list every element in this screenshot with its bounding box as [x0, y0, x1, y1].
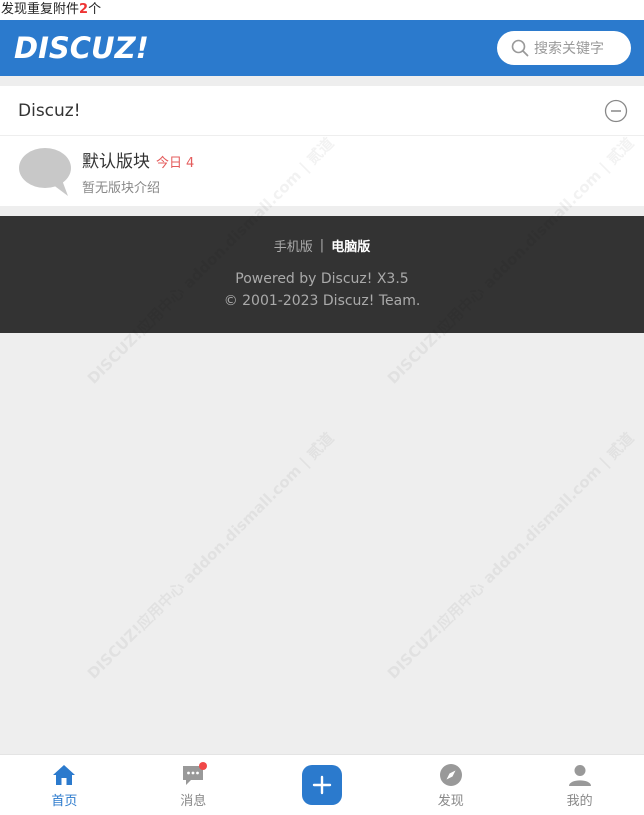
- tab-discover-label: 发现: [437, 793, 464, 809]
- site-footer: 手机版 | 电脑版 Powered by Discuz! X3.5 © 2001…: [0, 216, 644, 333]
- powered-by: Powered by Discuz! X3.5: [235, 271, 409, 287]
- bottom-tabbar: 首页 消息 发现 我的: [0, 754, 644, 815]
- tab-post[interactable]: [258, 765, 387, 805]
- today-label: 今日: [156, 155, 183, 171]
- tab-profile-label: 我的: [566, 793, 593, 809]
- watermark: DISCUZ!应用中心 addon.dismall.com | 贰道: [383, 429, 638, 683]
- compass-icon: [439, 763, 462, 786]
- forum-group: Discuz! 默认版块 今日 4 暂无版块介绍: [0, 86, 644, 206]
- notice-text: 发现重复附件: [1, 2, 80, 17]
- collapse-icon[interactable]: [604, 99, 628, 123]
- duplicate-attachment-notice: 发现重复附件2个: [0, 0, 644, 20]
- post-button[interactable]: [301, 765, 342, 805]
- watermark: DISCUZ!应用中心 addon.dismall.com | 贰道: [83, 429, 338, 683]
- forum-group-header[interactable]: Discuz!: [0, 86, 644, 136]
- tab-home[interactable]: 首页: [0, 762, 129, 809]
- today-count: 4: [186, 155, 195, 171]
- tab-messages[interactable]: 消息: [129, 761, 258, 809]
- site-logo[interactable]: DISCUZ!: [14, 33, 149, 63]
- copyright: © 2001-2023 Discuz! Team.: [223, 293, 421, 309]
- footer-separator: |: [319, 238, 325, 253]
- user-icon: [568, 764, 591, 786]
- forum-description: 暂无版块介绍: [82, 180, 161, 196]
- search-placeholder: 搜索关键字: [534, 41, 604, 57]
- message-badge: [199, 761, 208, 770]
- mobile-version-link[interactable]: 手机版: [274, 236, 313, 255]
- search-icon: [511, 39, 529, 57]
- tab-home-label: 首页: [51, 793, 78, 809]
- home-icon: [53, 764, 76, 785]
- tab-discover[interactable]: 发现: [386, 762, 515, 809]
- forum-name[interactable]: 默认版块: [82, 147, 150, 172]
- plus-icon: [312, 775, 332, 795]
- site-header: DISCUZ! 搜索关键字: [0, 20, 644, 76]
- forum-row[interactable]: 默认版块 今日 4 暂无版块介绍: [0, 136, 644, 206]
- pc-version-link[interactable]: 电脑版: [331, 236, 370, 255]
- forum-speech-bubble-icon: [19, 148, 71, 196]
- search-input[interactable]: 搜索关键字: [497, 31, 631, 65]
- tab-messages-label: 消息: [180, 793, 207, 809]
- notice-suffix: 个: [88, 2, 102, 17]
- forum-group-title: Discuz!: [18, 100, 81, 121]
- notice-count: 2: [79, 2, 89, 17]
- tab-profile[interactable]: 我的: [515, 762, 644, 809]
